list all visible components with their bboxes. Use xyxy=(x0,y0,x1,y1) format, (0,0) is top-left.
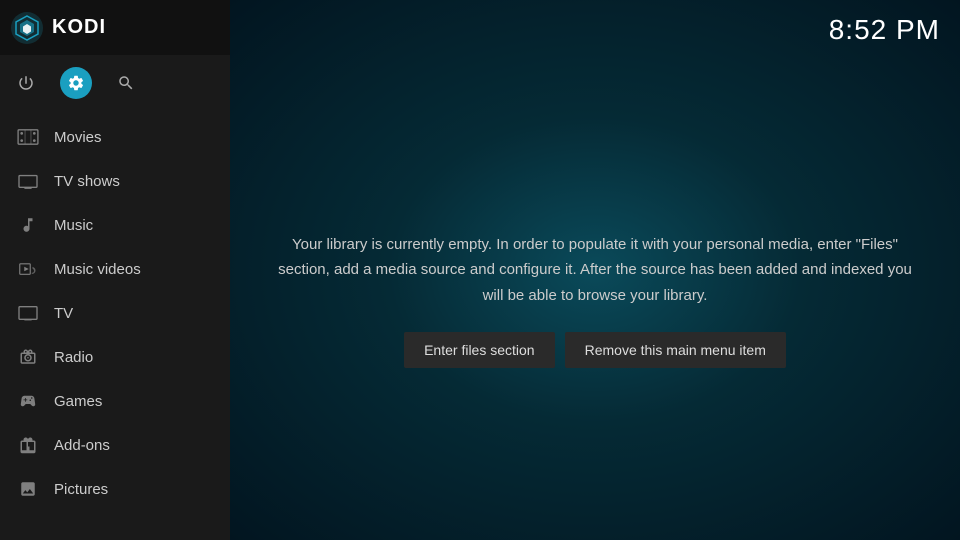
pictures-icon xyxy=(16,477,40,501)
sidebar-item-pictures[interactable]: Pictures xyxy=(0,467,230,511)
music-icon xyxy=(16,213,40,237)
addons-label: Add-ons xyxy=(54,437,110,454)
action-buttons: Enter files section Remove this main men… xyxy=(270,332,920,368)
sidebar-item-music[interactable]: Music xyxy=(0,203,230,247)
addons-icon xyxy=(16,433,40,457)
kodi-logo-icon xyxy=(10,11,44,45)
pictures-label: Pictures xyxy=(54,481,108,498)
movies-icon xyxy=(16,125,40,149)
radio-label: Radio xyxy=(54,349,93,366)
tvshows-label: TV shows xyxy=(54,173,120,190)
main-content: 8:52 PM Your library is currently empty.… xyxy=(230,0,960,540)
app-title: KODI xyxy=(52,16,220,39)
top-icon-bar xyxy=(0,55,230,111)
remove-menu-item-button[interactable]: Remove this main menu item xyxy=(565,332,786,368)
radio-icon xyxy=(16,345,40,369)
enter-files-button[interactable]: Enter files section xyxy=(404,332,555,368)
movies-label: Movies xyxy=(54,129,102,146)
musicvideos-icon xyxy=(16,257,40,281)
sidebar-item-movies[interactable]: Movies xyxy=(0,115,230,159)
tv-label: TV xyxy=(54,305,73,322)
sidebar-item-musicvideos[interactable]: Music videos xyxy=(0,247,230,291)
content-area: Your library is currently empty. In orde… xyxy=(230,60,960,540)
music-label: Music xyxy=(54,217,93,234)
sidebar-item-tv[interactable]: TV xyxy=(0,291,230,335)
message-text: Your library is currently empty. In orde… xyxy=(270,232,920,309)
games-icon xyxy=(16,389,40,413)
app-header: KODI xyxy=(0,0,230,55)
settings-button[interactable] xyxy=(60,67,92,99)
nav-menu: Movies TV shows Music xyxy=(0,111,230,540)
musicvideos-label: Music videos xyxy=(54,261,141,278)
tvshows-icon xyxy=(16,169,40,193)
sidebar-item-radio[interactable]: Radio xyxy=(0,335,230,379)
sidebar-item-tvshows[interactable]: TV shows xyxy=(0,159,230,203)
search-button[interactable] xyxy=(110,67,142,99)
power-button[interactable] xyxy=(10,67,42,99)
sidebar-item-games[interactable]: Games xyxy=(0,379,230,423)
games-label: Games xyxy=(54,393,102,410)
sidebar-item-addons[interactable]: Add-ons xyxy=(0,423,230,467)
empty-library-message: Your library is currently empty. In orde… xyxy=(270,232,920,369)
tv-icon xyxy=(16,301,40,325)
sidebar: KODI xyxy=(0,0,230,540)
clock-display: 8:52 PM xyxy=(809,0,960,60)
